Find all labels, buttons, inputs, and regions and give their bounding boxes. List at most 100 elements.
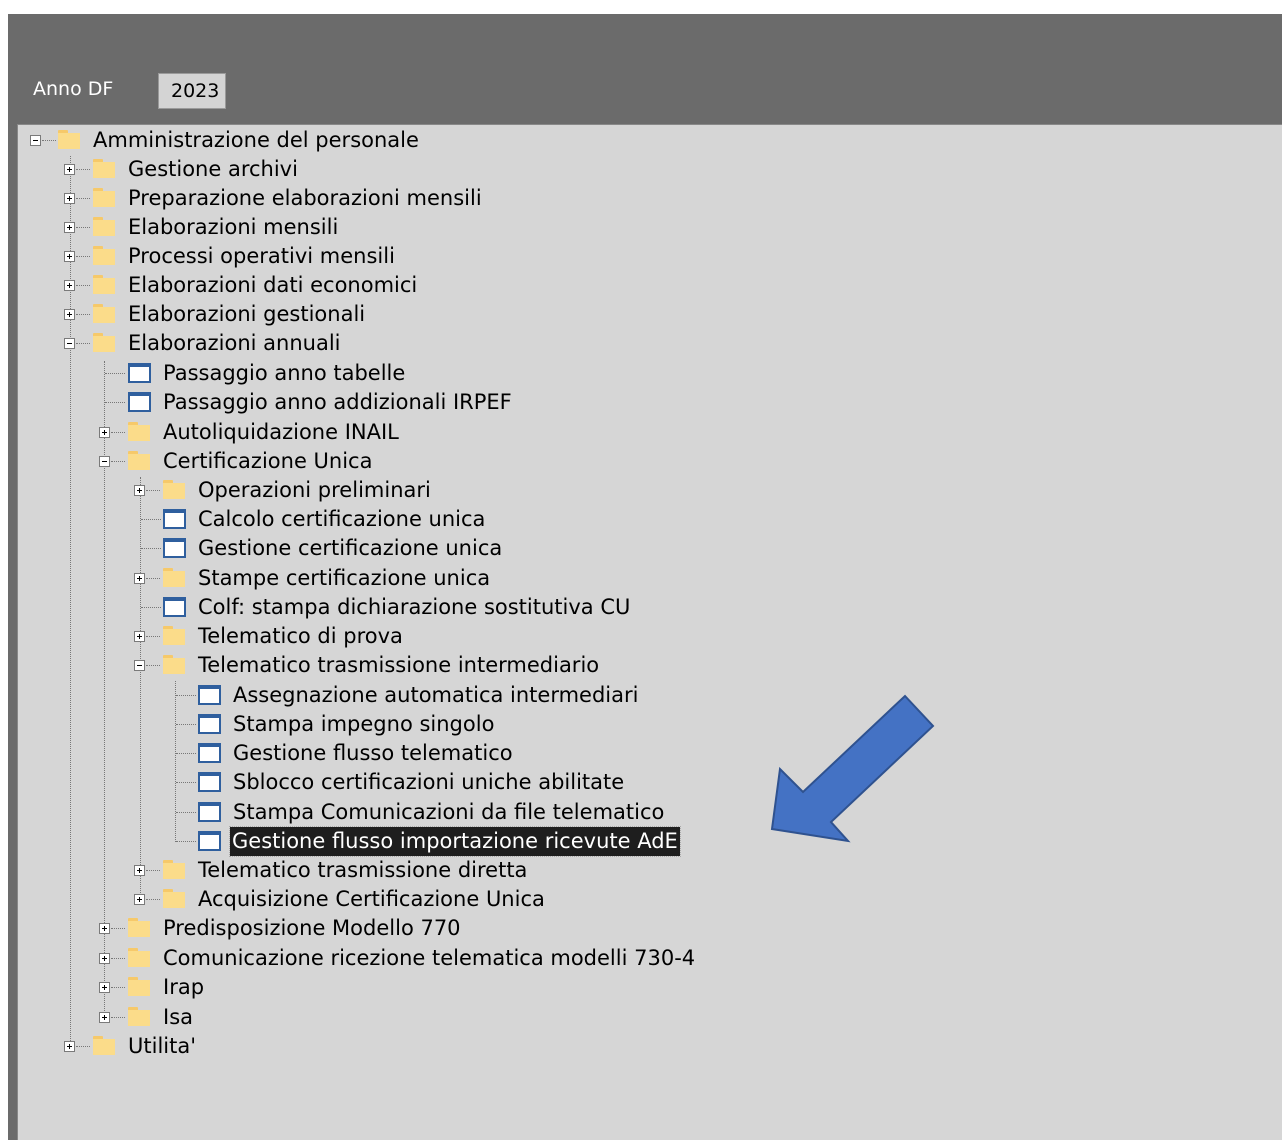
- tree-node-label: Assegnazione automatica intermediari: [233, 683, 639, 707]
- program-icon: [198, 831, 221, 851]
- anno-df-field[interactable]: 2023: [158, 73, 226, 109]
- tree-node-stampa-impegno[interactable]: Stampa impegno singolo: [0, 710, 720, 739]
- tree-node-colf[interactable]: Colf: stampa dichiarazione sostitutiva C…: [0, 593, 700, 622]
- folder-icon: [163, 889, 185, 908]
- tree-node-label: Colf: stampa dichiarazione sostitutiva C…: [198, 595, 631, 619]
- tree-node-label: Autoliquidazione INAIL: [163, 420, 399, 444]
- collapse-icon[interactable]: [64, 338, 75, 349]
- tree-node-telematico-prova[interactable]: Telematico di prova: [0, 622, 700, 651]
- program-icon: [163, 538, 186, 558]
- tree-node-label: Sblocco certificazioni uniche abilitate: [233, 770, 625, 794]
- folder-icon: [163, 626, 185, 645]
- expand-icon[interactable]: [134, 631, 145, 642]
- tree-node-label: Utilita': [128, 1034, 196, 1058]
- program-icon: [198, 772, 221, 792]
- tree-node-gestione-flusso[interactable]: Gestione flusso telematico: [0, 739, 720, 768]
- folder-icon: [128, 977, 150, 996]
- expand-icon[interactable]: [134, 865, 145, 876]
- tree-node-label: Telematico trasmissione intermediario: [198, 653, 600, 677]
- expand-icon[interactable]: [64, 193, 75, 204]
- tree-node-label: Telematico di prova: [198, 624, 403, 648]
- expand-icon[interactable]: [99, 1012, 110, 1023]
- expand-icon[interactable]: [64, 309, 75, 320]
- program-icon: [198, 714, 221, 734]
- tree-node-label: Elaborazioni dati economici: [128, 273, 418, 297]
- folder-icon: [93, 246, 115, 265]
- expand-icon[interactable]: [64, 1041, 75, 1052]
- tree-node-irap[interactable]: Irap: [0, 973, 700, 1002]
- expand-icon[interactable]: [134, 573, 145, 584]
- program-icon: [198, 685, 221, 705]
- folder-icon: [163, 480, 185, 499]
- expand-icon[interactable]: [99, 923, 110, 934]
- expand-icon[interactable]: [64, 251, 75, 262]
- tree-node-modello-770[interactable]: Predisposizione Modello 770: [0, 914, 700, 943]
- tree-node-label: Passaggio anno tabelle: [163, 361, 406, 385]
- tree-node-label: Amministrazione del personale: [93, 128, 419, 152]
- tree-node-assegnazione[interactable]: Assegnazione automatica intermediari: [0, 681, 720, 710]
- tree-node-730-4[interactable]: Comunicazione ricezione telematica model…: [0, 944, 760, 973]
- program-icon: [128, 392, 151, 412]
- folder-icon: [163, 568, 185, 587]
- tree-node-root[interactable]: Amministrazione del personale: [0, 126, 700, 155]
- folder-icon: [93, 333, 115, 352]
- tree-node-certificazione-unica[interactable]: Certificazione Unica: [0, 447, 700, 476]
- tree-node-label: Predisposizione Modello 770: [163, 916, 461, 940]
- tree-node-label: Gestione certificazione unica: [198, 536, 503, 560]
- tree-node-label: Passaggio anno addizionali IRPEF: [163, 390, 512, 414]
- expand-icon[interactable]: [99, 982, 110, 993]
- tree-node-annuali[interactable]: Elaborazioni annuali: [0, 329, 700, 358]
- folder-icon: [93, 275, 115, 294]
- tree-node-trasmissione-diretta[interactable]: Telematico trasmissione diretta: [0, 856, 700, 885]
- expand-icon[interactable]: [64, 280, 75, 291]
- tree-node-calcolo-cu[interactable]: Calcolo certificazione unica: [0, 505, 700, 534]
- tree-node-label: Stampa impegno singolo: [233, 712, 495, 736]
- tree-node-stampa-comunicazioni[interactable]: Stampa Comunicazioni da file telematico: [0, 798, 720, 827]
- tree-node-gestionali[interactable]: Elaborazioni gestionali: [0, 300, 700, 329]
- program-icon: [163, 597, 186, 617]
- tree-node-dati-economici[interactable]: Elaborazioni dati economici: [0, 271, 700, 300]
- folder-icon: [93, 159, 115, 178]
- tree-node-label: Stampa Comunicazioni da file telematico: [233, 800, 665, 824]
- expand-icon[interactable]: [134, 485, 145, 496]
- expand-icon[interactable]: [99, 427, 110, 438]
- anno-df-label: Anno DF: [33, 78, 114, 100]
- folder-icon: [128, 918, 150, 937]
- collapse-icon[interactable]: [99, 456, 110, 467]
- expand-icon[interactable]: [64, 164, 75, 175]
- tree-node-gestione-cu[interactable]: Gestione certificazione unica: [0, 534, 700, 563]
- program-icon: [198, 743, 221, 763]
- folder-icon: [128, 451, 150, 470]
- folder-icon: [128, 422, 150, 441]
- tree-node-telematico-intermediario[interactable]: Telematico trasmissione intermediario: [0, 651, 700, 680]
- tree-node-gestione-archivi[interactable]: Gestione archivi: [0, 155, 700, 184]
- tree-node-label: Comunicazione ricezione telematica model…: [163, 946, 696, 970]
- tree-node-label: Elaborazioni annuali: [128, 331, 341, 355]
- tree-node-label: Irap: [163, 975, 205, 999]
- folder-icon: [93, 304, 115, 323]
- tree-node-passaggio-tabelle[interactable]: Passaggio anno tabelle: [0, 359, 700, 388]
- expand-icon[interactable]: [64, 222, 75, 233]
- expand-icon[interactable]: [99, 953, 110, 964]
- expand-icon[interactable]: [134, 894, 145, 905]
- collapse-icon[interactable]: [30, 135, 41, 146]
- tree-node-acquisizione-cu[interactable]: Acquisizione Certificazione Unica: [0, 885, 700, 914]
- tree-node-elaborazioni-mensili[interactable]: Elaborazioni mensili: [0, 213, 700, 242]
- tree-node-passaggio-irpef[interactable]: Passaggio anno addizionali IRPEF: [0, 388, 700, 417]
- folder-icon: [93, 188, 115, 207]
- annotation-arrow-icon: [770, 694, 935, 843]
- tree-node-processi[interactable]: Processi operativi mensili: [0, 242, 700, 271]
- tree-node-label-selected: Gestione flusso importazione ricevute Ad…: [229, 826, 681, 857]
- tree-node-utilita[interactable]: Utilita': [0, 1032, 700, 1061]
- tree-node-stampe-cu[interactable]: Stampe certificazione unica: [0, 564, 700, 593]
- collapse-icon[interactable]: [134, 660, 145, 671]
- tree-node-label: Isa: [163, 1005, 194, 1029]
- tree-node-isa[interactable]: Isa: [0, 1003, 700, 1032]
- tree-node-preparazione[interactable]: Preparazione elaborazioni mensili: [0, 184, 700, 213]
- folder-icon: [93, 217, 115, 236]
- folder-icon: [58, 130, 80, 149]
- tree-node-inail[interactable]: Autoliquidazione INAIL: [0, 418, 700, 447]
- tree-node-sblocco[interactable]: Sblocco certificazioni uniche abilitate: [0, 768, 720, 797]
- tree-node-operazioni-preliminari[interactable]: Operazioni preliminari: [0, 476, 700, 505]
- tree-node-importazione-ricevute[interactable]: Gestione flusso importazione ricevute Ad…: [0, 826, 720, 857]
